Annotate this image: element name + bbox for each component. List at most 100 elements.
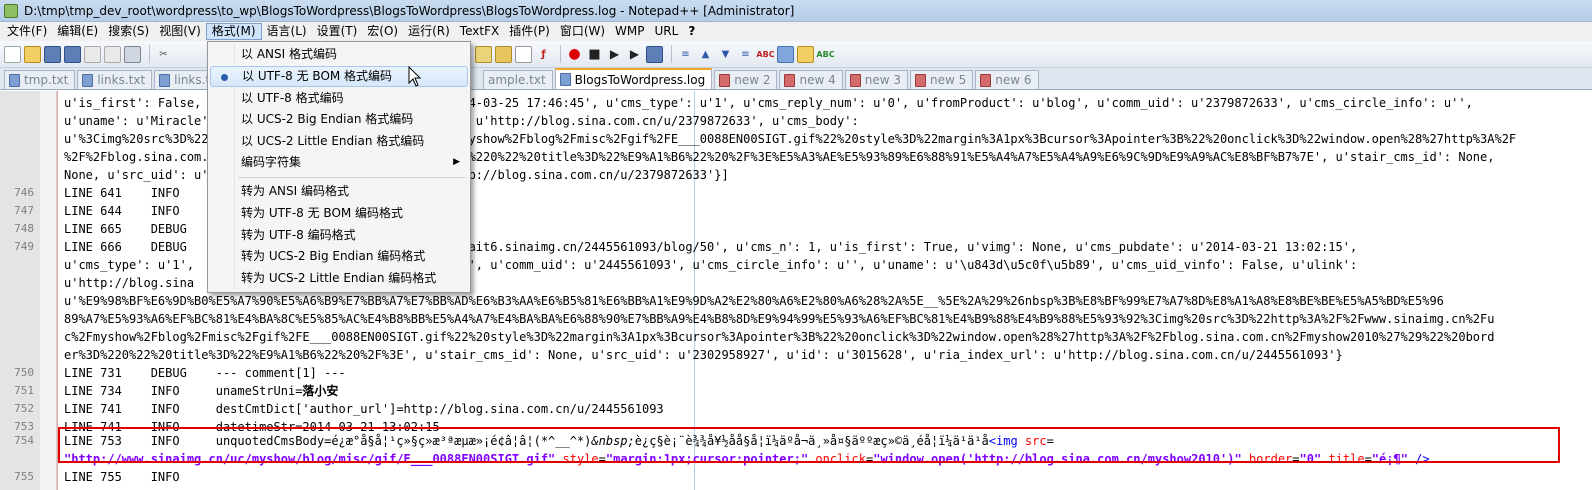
menu-item-encode-utf8-no-bom[interactable]: 以 UTF-8 无 BOM 格式编码	[210, 66, 468, 87]
format-menu-dropdown: 以 ANSI 格式编码 以 UTF-8 无 BOM 格式编码 以 UTF-8 格…	[207, 41, 471, 293]
menu-url[interactable]: URL	[650, 23, 684, 40]
menu-item-convert-utf8-no-bom[interactable]: 转为 UTF-8 无 BOM 编码格式	[210, 203, 468, 224]
tab-label: tmp.txt	[24, 73, 69, 87]
save-macro-icon[interactable]	[646, 45, 663, 63]
file-modified-icon	[849, 73, 861, 87]
radio-bullet-icon	[221, 74, 228, 81]
title-bar: D:\tmp\tmp_dev_root\wordpress\to_wp\Blog…	[0, 0, 1592, 22]
tab-label: new 6	[995, 73, 1032, 87]
file-icon	[159, 73, 171, 87]
notepadpp-app-icon	[4, 3, 18, 18]
menu-item-convert-ansi[interactable]: 转为 ANSI 编码格式	[210, 181, 468, 202]
menu-search[interactable]: 搜索(S)	[103, 23, 154, 40]
cut-icon[interactable]: ✂	[155, 46, 172, 63]
function-list-icon[interactable]: ƒ	[535, 46, 552, 63]
spellcheck-green-icon[interactable]: ABC	[816, 46, 834, 63]
tab-tmp-txt[interactable]: tmp.txt	[4, 70, 76, 89]
spellcheck-icon[interactable]: ABC	[756, 46, 774, 63]
tab-sample-txt[interactable]: ample.txt	[482, 70, 553, 89]
toolbar-separator	[671, 45, 672, 63]
menu-window[interactable]: 窗口(W)	[555, 23, 610, 40]
tab-new-2[interactable]: new 2	[714, 70, 778, 89]
tab-label: BlogsToWordpress.log	[574, 72, 706, 87]
editor-line[interactable]: 752 LINE 741 INFO destCmtDict['author_url…	[0, 400, 1592, 418]
compare-icon[interactable]	[777, 45, 794, 63]
editor-line[interactable]: 755 LINE 755 INFO	[0, 468, 1592, 486]
tab-links-txt[interactable]: links.txt	[77, 70, 153, 89]
menu-language[interactable]: 语言(L)	[262, 23, 312, 40]
file-modified-icon	[784, 73, 796, 87]
uname-value: 落小安	[302, 384, 339, 398]
editor-line[interactable]: 750 LINE 731 DEBUG --- comment[1] ---	[0, 364, 1592, 382]
close-all-icon[interactable]	[104, 45, 121, 63]
tab-label: new 4	[799, 73, 836, 87]
doc-map-icon[interactable]	[515, 45, 532, 63]
menu-item-encode-ansi[interactable]: 以 ANSI 格式编码	[210, 44, 468, 65]
tab-new-6[interactable]: new 6	[975, 70, 1039, 89]
menu-item-convert-ucs2-be[interactable]: 转为 UCS-2 Big Endian 编码格式	[210, 246, 468, 267]
tab-label: ample.txt	[487, 73, 546, 87]
editor-line[interactable]: c%2Fmyshow%2Fblog%2Fmisc%2Fgif%2FE___008…	[0, 328, 1592, 346]
menu-help[interactable]: ?	[683, 23, 700, 40]
stop-record-icon[interactable]: ■	[586, 46, 603, 63]
run-macro-multiple-icon[interactable]: ▶	[626, 46, 643, 63]
user-lang-icon[interactable]	[495, 45, 512, 63]
menu-item-convert-utf8[interactable]: 转为 UTF-8 编码格式	[210, 225, 468, 246]
tab-label: new 5	[930, 73, 967, 87]
annotation-highlight-box	[58, 427, 1560, 463]
up-icon[interactable]: ▲	[697, 46, 714, 63]
menu-item-encode-utf8[interactable]: 以 UTF-8 格式编码	[210, 88, 468, 109]
tab-label: new 2	[734, 73, 771, 87]
tab-label: new 3	[864, 73, 902, 87]
close-icon[interactable]	[84, 45, 101, 63]
tab-new-4[interactable]: new 4	[779, 70, 843, 89]
menu-item-convert-ucs2-le[interactable]: 转为 UCS-2 Little Endian 编码格式	[210, 268, 468, 289]
save-all-icon[interactable]	[64, 45, 81, 63]
menu-separator	[238, 177, 466, 178]
record-macro-icon[interactable]: ●	[566, 46, 583, 63]
tab-label: links.txt	[97, 73, 146, 87]
new-file-icon[interactable]	[4, 45, 21, 63]
menu-macro[interactable]: 宏(O)	[362, 23, 403, 40]
menu-bar: 文件(F) 编辑(E) 搜索(S) 视图(V) 格式(M) 语言(L) 设置(T…	[0, 22, 1592, 41]
file-icon	[82, 73, 94, 87]
file-icon	[9, 73, 20, 87]
mouse-cursor-icon	[408, 66, 422, 87]
menu-item-encode-ucs2-be[interactable]: 以 UCS-2 Big Endian 格式编码	[210, 109, 468, 130]
menu-view[interactable]: 视图(V)	[154, 23, 206, 40]
open-file-icon[interactable]	[24, 45, 41, 63]
menu-item-encode-ucs2-le[interactable]: 以 UCS-2 Little Endian 格式编码	[210, 131, 468, 152]
tab-blogstowordpress-log[interactable]: BlogsToWordpress.log	[554, 68, 713, 89]
toolbar-separator	[149, 45, 150, 63]
save-icon[interactable]	[44, 45, 61, 63]
sort-desc-icon[interactable]: ≡	[737, 46, 754, 63]
down-icon[interactable]: ▼	[717, 46, 734, 63]
indent-guide-icon[interactable]	[475, 45, 492, 63]
menu-plugins[interactable]: 插件(P)	[504, 23, 555, 40]
menu-run[interactable]: 运行(R)	[403, 23, 455, 40]
menu-settings[interactable]: 设置(T)	[312, 23, 363, 40]
editor-line[interactable]: 89%A7%E5%93%A6%EF%BC%81%E4%BA%8C%E5%85%A…	[0, 310, 1592, 328]
toolbar-separator	[560, 45, 561, 63]
menu-textfx[interactable]: TextFX	[455, 23, 504, 40]
file-modified-icon	[915, 73, 927, 87]
editor-line[interactable]: er%3D%220%22%20title%3D%22%E9%A1%B6%22%2…	[0, 346, 1592, 364]
sort-icon[interactable]: ≡	[677, 46, 694, 63]
file-modified-icon	[719, 73, 731, 87]
editor-line[interactable]: 751 LINE 734 INFO unameStrUni=落小安	[0, 382, 1592, 400]
tab-new-5[interactable]: new 5	[910, 70, 974, 89]
print-icon[interactable]	[124, 45, 141, 63]
tab-new-3[interactable]: new 3	[844, 70, 909, 89]
menu-edit[interactable]: 编辑(E)	[52, 23, 103, 40]
editor-line[interactable]: u'%E9%98%BF%E6%9D%B0%E5%A7%90%E5%A6%B9%E…	[0, 292, 1592, 310]
menu-format[interactable]: 格式(M)	[205, 23, 262, 40]
window-title: D:\tmp\tmp_dev_root\wordpress\to_wp\Blog…	[24, 3, 795, 18]
submenu-arrow-icon: ▶	[453, 157, 460, 167]
menu-file[interactable]: 文件(F)	[2, 23, 52, 40]
folder-icon[interactable]	[797, 45, 814, 63]
menu-item-character-sets[interactable]: 编码字符集 ▶	[210, 152, 468, 173]
file-modified-icon	[980, 73, 992, 87]
menu-wmp[interactable]: WMP	[610, 23, 649, 40]
file-icon	[559, 73, 571, 86]
play-macro-icon[interactable]: ▶	[606, 46, 623, 63]
